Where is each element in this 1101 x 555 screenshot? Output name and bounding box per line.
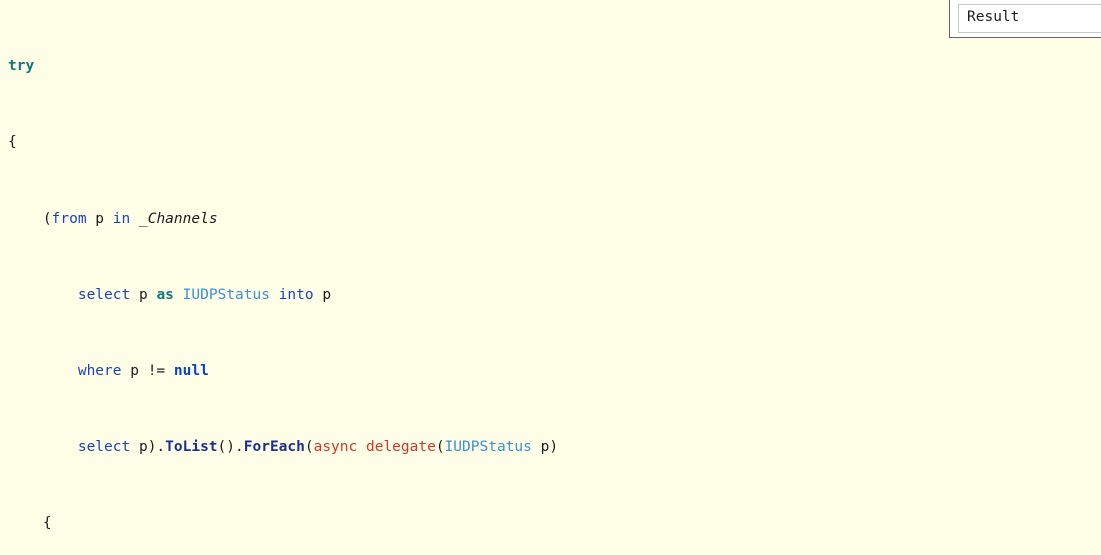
keyword-null: null [174,363,209,379]
punct: ( [305,439,314,455]
punct: (). [218,439,244,455]
keyword-try: try [8,58,34,74]
keyword-from: from [52,211,87,227]
code-editor-surface[interactable]: try { (from p in _Channels select p as I… [0,0,1101,555]
expression: p). [130,439,165,455]
keyword-delegate: delegate [366,439,436,455]
quick-info-inner: Result [958,4,1101,33]
brace: { [8,134,17,150]
param: p) [532,439,558,455]
quick-info-text: Result [967,9,1019,25]
range-var: p [87,211,113,227]
indent [8,287,78,303]
keyword-as: as [156,287,173,303]
indent [8,439,78,455]
indent [8,211,43,227]
method-tolist: ToList [165,439,217,455]
range-var: p [314,287,331,303]
quick-info-popup[interactable]: Result [949,0,1101,38]
paren: ( [43,211,52,227]
space [357,439,366,455]
keyword-select: select [78,287,130,303]
code-content[interactable]: try { (from p in _Channels select p as I… [8,0,1101,555]
brace: { [8,515,52,531]
keyword-async: async [314,439,358,455]
type-iudpstatus: IUDPStatus [174,287,279,303]
keyword-select: select [78,439,130,455]
range-var: p [130,287,156,303]
code-line[interactable]: select p as IUDPStatus into p [8,286,1101,305]
code-line[interactable]: (from p in _Channels [8,210,1101,229]
field-channels: _Channels [130,211,217,227]
keyword-where: where [78,363,122,379]
type-iudpstatus: IUDPStatus [445,439,532,455]
code-line[interactable]: where p != null [8,362,1101,381]
keyword-in: in [113,211,130,227]
keyword-into: into [279,287,314,303]
expression: p != [122,363,174,379]
code-line[interactable]: select p).ToList().ForEach(async delegat… [8,438,1101,457]
code-line[interactable]: try [8,57,1101,76]
code-line[interactable]: { [8,514,1101,533]
method-foreach: ForEach [244,439,305,455]
code-line[interactable]: { [8,133,1101,152]
indent [8,363,78,379]
punct: ( [436,439,445,455]
